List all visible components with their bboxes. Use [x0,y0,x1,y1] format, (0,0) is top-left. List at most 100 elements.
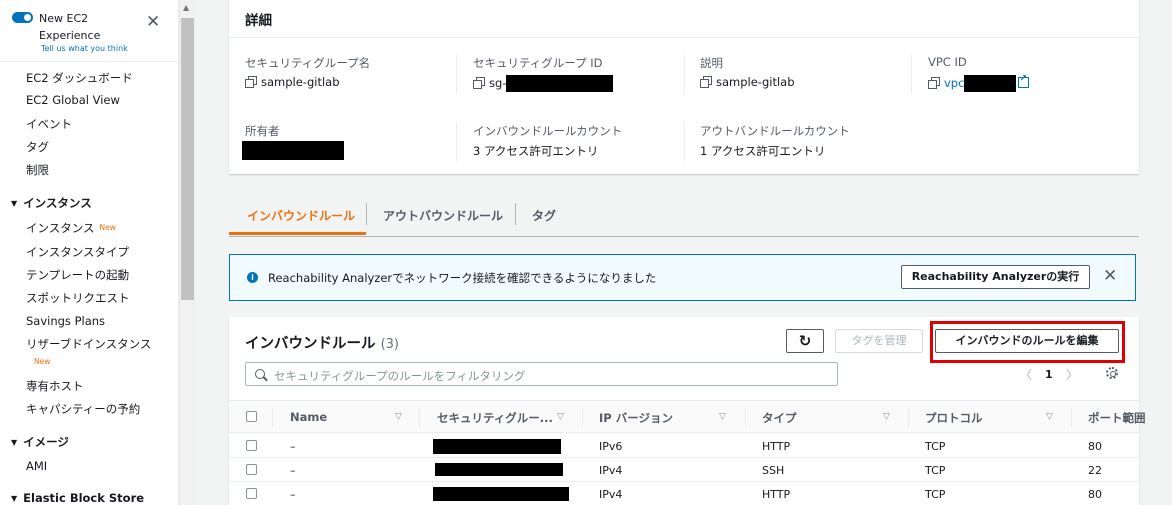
chevron-left-icon[interactable]: 〈 [1020,366,1032,383]
cell-name: – [290,440,296,453]
caret-down-icon: ▼ [11,199,18,208]
sidebar-item-instances[interactable]: インスタンス New [26,220,116,236]
info-icon: i [247,272,258,283]
sidebar-item-reserved-instances[interactable]: リザーブドインスタンス [26,336,151,352]
copy-icon[interactable] [245,76,257,88]
sidebar-section-images[interactable]: ▼ イメージ [11,434,69,450]
sidebar-item-global-view[interactable]: EC2 Global View [26,93,120,107]
column-header-type[interactable]: タイプ [762,410,797,426]
cell-ip-version: IPv6 [599,440,623,453]
filter-input[interactable]: セキュリティグループのルールをフィルタリング [245,362,838,386]
sidebar-section-ebs[interactable]: ▼ Elastic Block Store [11,491,144,505]
column-header-sg[interactable]: セキュリティグルー... [437,410,553,426]
close-icon[interactable]: ✕ [1103,266,1117,286]
page-number[interactable]: 1 [1045,368,1053,381]
refresh-button[interactable]: ↻ [786,329,824,353]
column-header-name[interactable]: Name [290,410,327,424]
row-checkbox[interactable] [246,464,257,475]
chevron-right-icon[interactable]: 〉 [1066,366,1078,383]
sidebar-header: New EC2 Experience Tell us what you thin… [0,0,178,62]
caret-down-icon: ▼ [11,494,18,503]
select-all-checkbox[interactable] [246,411,257,422]
outbound-count-value: 1 アクセス許可エントリ [700,144,826,158]
scroll-up-icon[interactable]: ▲ [183,3,189,12]
sort-icon[interactable]: ▽ [719,412,726,422]
vpc-id-link[interactable]: vpc [944,76,964,90]
sidebar-item-events[interactable]: イベント [26,116,72,132]
row-checkbox[interactable] [246,440,257,451]
search-icon [255,369,265,379]
filter-placeholder: セキュリティグループのルールをフィルタリング [274,369,526,383]
sidebar-item-launch-templates[interactable]: テンプレートの起動 [26,267,129,283]
sg-id-value: sg- [473,75,614,92]
copy-icon[interactable] [473,77,485,89]
divider [684,55,685,93]
vpc-id-label: VPC ID [928,55,967,69]
gear-icon[interactable] [1106,367,1118,379]
edit-inbound-rules-button[interactable]: インバウンドのルールを編集 [935,329,1119,353]
tab-bar: インバウンドルール アウトバウンドルール タグ [229,197,1139,237]
sidebar-item-limits[interactable]: 制限 [26,162,49,178]
run-reachability-analyzer-button[interactable]: Reachability Analyzerの実行 [901,265,1090,289]
table-header: Name ▽ セキュリティグルー... ▽ IP バージョン ▽ タイプ ▽ プ… [229,400,1146,433]
description-label: 説明 [700,56,723,70]
copy-icon[interactable] [928,77,940,89]
new-experience-label: New EC2 Experience [39,12,101,42]
sidebar-item-dedicated-hosts[interactable]: 専有ホスト [26,378,84,394]
sidebar-item-instance-types[interactable]: インスタンスタイプ [26,244,129,260]
ec2-console: New EC2 Experience Tell us what you thin… [0,0,1172,505]
active-tab-indicator [229,232,366,235]
cell-ip-version: IPv4 [599,464,623,477]
sort-icon[interactable]: ▽ [395,412,402,422]
row-checkbox[interactable] [246,488,257,499]
divider [1071,408,1072,427]
redacted-block [433,439,561,454]
sg-name-label: セキュリティグループ名 [245,56,371,70]
cell-type: SSH [762,464,785,477]
sidebar-item-spot-requests[interactable]: スポットリクエスト [26,290,130,306]
inbound-count-label: インバウンドルールカウント [473,124,623,138]
scrollbar-thumb[interactable] [181,18,194,300]
owner-label: 所有者 [245,124,280,138]
details-panel: 詳細 セキュリティグループ名 sample-gitlab セキュリティグループ … [229,0,1139,174]
section-label: インスタンス [23,196,92,210]
sort-icon[interactable]: ▽ [557,412,564,422]
table-row[interactable]: – IPv4 SSH TCP 22 [229,458,1139,482]
cell-ip-version: IPv4 [599,488,623,501]
divider [911,55,912,93]
sidebar-item-label: インスタンス [26,221,95,235]
divider [456,123,457,161]
sort-icon[interactable]: ▽ [883,412,890,422]
description-text: sample-gitlab [716,75,795,89]
new-experience-toggle[interactable] [12,12,33,23]
tab-outbound-rules[interactable]: アウトバウンドルール [383,207,503,224]
sidebar-item-dashboard[interactable]: EC2 ダッシュボード [26,70,133,86]
new-badge: New [34,357,51,366]
copy-icon[interactable] [700,76,712,88]
column-header-protocol[interactable]: プロトコル [925,410,983,426]
external-link-icon[interactable] [1018,74,1030,88]
owner-value [242,141,344,160]
divider [745,408,746,427]
sidebar-item-ami[interactable]: AMI [26,459,47,473]
sidebar-item-capacity-reservations[interactable]: キャパシティーの予約 [26,401,140,417]
new-badge: New [99,223,116,232]
cell-port-range: 80 [1088,440,1102,453]
table-row[interactable]: – IPv6 HTTP TCP 80 [229,434,1139,458]
rules-title-text: インバウンドルール [245,336,376,352]
sidebar-item-tags[interactable]: タグ [26,139,49,155]
feedback-link[interactable]: Tell us what you think [41,44,128,53]
column-header-port-range[interactable]: ポート範囲 [1088,410,1146,426]
table-row[interactable]: – IPv4 HTTP TCP 80 [229,482,1139,505]
divider [456,55,457,93]
close-icon[interactable]: ✕ [146,14,160,31]
cell-name: – [290,488,296,501]
sidebar-item-savings-plans[interactable]: Savings Plans [26,314,105,328]
divider [366,203,367,225]
manage-tags-button[interactable]: タグを管理 [835,329,923,353]
sidebar-section-instances[interactable]: ▼ インスタンス [11,195,92,211]
column-header-ip-version[interactable]: IP バージョン [599,410,673,426]
sort-icon[interactable]: ▽ [1046,412,1053,422]
tab-inbound-rules[interactable]: インバウンドルール [247,207,355,224]
tab-tags[interactable]: タグ [532,207,556,224]
